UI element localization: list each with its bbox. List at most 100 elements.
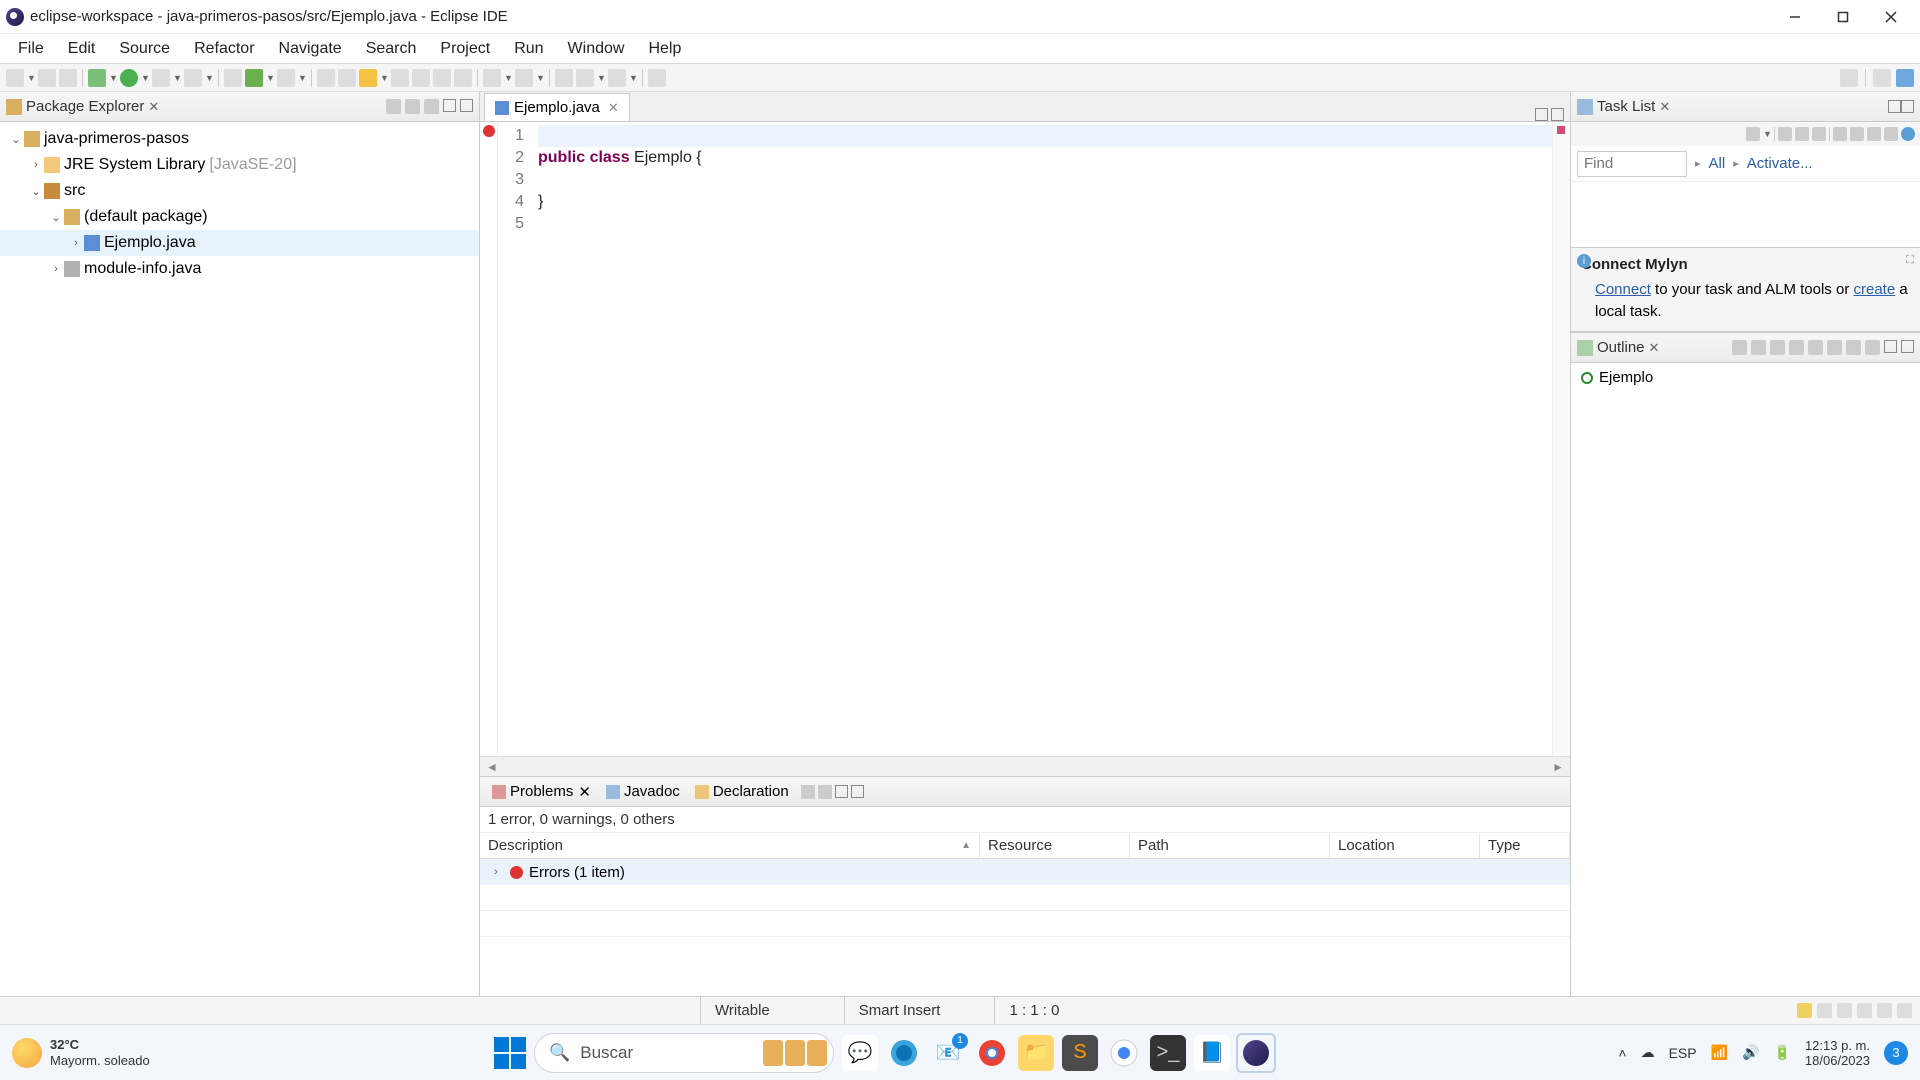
toolbar-button[interactable] [433, 69, 451, 87]
menu-search[interactable]: Search [354, 36, 429, 62]
taskbar-search[interactable]: 🔍 Buscar [534, 1033, 834, 1073]
menu-project[interactable]: Project [428, 36, 502, 62]
close-icon[interactable]: ✕ [1649, 340, 1660, 356]
code-content[interactable]: public class Ejemplo { } [532, 122, 1552, 756]
dropdown-icon[interactable]: ▼ [380, 73, 388, 83]
toggle-mark-button[interactable] [338, 69, 356, 87]
scroll-right-icon[interactable]: ► [1552, 760, 1564, 774]
connect-link[interactable]: Connect [1595, 281, 1651, 298]
taskbar-app-sublime[interactable]: S [1062, 1035, 1098, 1071]
weather-widget[interactable]: 32°C Mayorm. soleado [12, 1037, 150, 1069]
new-class-button[interactable] [245, 69, 263, 87]
menu-help[interactable]: Help [636, 36, 693, 62]
editor-tab-ejemplo[interactable]: Ejemplo.java ✕ [484, 93, 630, 121]
minimize-view-icon[interactable] [1888, 100, 1901, 113]
ext-tools-button[interactable] [184, 69, 202, 87]
problems-row-errors[interactable]: › Errors (1 item) [480, 859, 1570, 885]
dropdown-icon[interactable]: ▼ [597, 73, 605, 83]
minimize-view-icon[interactable] [835, 785, 848, 798]
status-icon[interactable] [1897, 1003, 1912, 1018]
twisty-open-icon[interactable]: ⌄ [28, 185, 44, 198]
tab-problems[interactable]: Problems ✕ [486, 779, 597, 805]
maximize-view-icon[interactable] [1901, 340, 1914, 353]
dropdown-icon[interactable]: ▼ [109, 73, 117, 83]
minimize-button[interactable] [1772, 2, 1818, 32]
menu-source[interactable]: Source [107, 36, 182, 62]
all-link[interactable]: All [1709, 155, 1726, 172]
minimize-view-icon[interactable] [443, 99, 456, 112]
tray-wifi-icon[interactable]: 📶 [1711, 1044, 1728, 1061]
twisty-closed-icon[interactable]: › [68, 237, 84, 249]
twisty-closed-icon[interactable]: › [48, 263, 64, 275]
close-icon[interactable]: ✕ [148, 99, 159, 115]
maximize-view-icon[interactable] [851, 785, 864, 798]
perspective-open-button[interactable] [1873, 69, 1891, 87]
toolbar-icon[interactable] [1846, 340, 1861, 355]
taskbar-app-chat[interactable]: 💬 [842, 1035, 878, 1071]
close-button[interactable] [1868, 2, 1914, 32]
taskbar-app-edge[interactable] [886, 1035, 922, 1071]
dropdown-icon[interactable]: ▼ [205, 73, 213, 83]
toolbar-icon[interactable] [1778, 127, 1792, 141]
create-link[interactable]: create [1853, 281, 1895, 298]
taskbar-app-explorer[interactable]: 📁 [1018, 1035, 1054, 1071]
toolbar-icon[interactable] [1833, 127, 1847, 141]
tree-project[interactable]: ⌄ java-primeros-pasos [0, 126, 479, 152]
status-icon[interactable] [1837, 1003, 1852, 1018]
status-icon[interactable] [1797, 1003, 1812, 1018]
code-editor[interactable]: 1 2 3 4 5 public class Ejemplo { } [480, 122, 1570, 756]
view-menu-icon[interactable] [1865, 340, 1880, 355]
find-input[interactable] [1577, 151, 1687, 177]
tray-battery-icon[interactable]: 🔋 [1773, 1044, 1790, 1061]
tree-src[interactable]: ⌄ src [0, 178, 479, 204]
collapse-all-icon[interactable] [386, 99, 401, 114]
col-type[interactable]: Type [1480, 833, 1570, 858]
maximize-view-icon[interactable] [1901, 100, 1914, 113]
tab-declaration[interactable]: Declaration [689, 779, 795, 805]
tray-onedrive-icon[interactable]: ☁ [1641, 1044, 1655, 1061]
close-icon[interactable]: ✕ [578, 783, 591, 801]
maximize-view-icon[interactable] [460, 99, 473, 112]
toolbar-icon[interactable] [1770, 340, 1785, 355]
dropdown-icon[interactable]: ▼ [173, 73, 181, 83]
menu-navigate[interactable]: Navigate [267, 36, 354, 62]
dropdown-icon[interactable]: ▼ [504, 73, 512, 83]
col-description[interactable]: Description▲ [480, 833, 980, 858]
toolbar-button[interactable] [412, 69, 430, 87]
tree-file-ejemplo[interactable]: › Ejemplo.java [0, 230, 479, 256]
tree-package[interactable]: ⌄ (default package) [0, 204, 479, 230]
new-button[interactable] [6, 69, 24, 87]
twisty-open-icon[interactable]: ⌄ [48, 211, 64, 224]
error-marker-icon[interactable] [483, 125, 495, 137]
minimize-view-icon[interactable] [1884, 340, 1897, 353]
menu-window[interactable]: Window [556, 36, 637, 62]
menu-edit[interactable]: Edit [56, 36, 108, 62]
tab-javadoc[interactable]: Javadoc [600, 779, 686, 805]
status-icon[interactable] [1817, 1003, 1832, 1018]
twisty-closed-icon[interactable]: › [488, 866, 504, 878]
taskbar-app-notepad[interactable]: 📘 [1194, 1035, 1230, 1071]
outline-item[interactable]: Ejemplo [1581, 369, 1910, 386]
toolbar-button[interactable] [391, 69, 409, 87]
filter-icon[interactable] [801, 785, 815, 799]
dropdown-icon[interactable]: ▼ [298, 73, 306, 83]
save-button[interactable] [38, 69, 56, 87]
toolbar-icon[interactable] [1812, 127, 1826, 141]
close-icon[interactable]: ⛶ [1906, 254, 1914, 267]
open-type-button[interactable] [277, 69, 295, 87]
search-button[interactable] [317, 69, 335, 87]
toolbar-icon[interactable] [1867, 127, 1881, 141]
package-explorer-tab[interactable]: Package Explorer ✕ [0, 92, 479, 122]
close-icon[interactable]: ✕ [608, 100, 619, 116]
toolbar-button[interactable] [454, 69, 472, 87]
coverage-button[interactable] [152, 69, 170, 87]
menu-refactor[interactable]: Refactor [182, 36, 266, 62]
dropdown-icon[interactable]: ▼ [141, 73, 149, 83]
debug-button[interactable] [88, 69, 106, 87]
pin-button[interactable] [648, 69, 666, 87]
taskbar-app-mail[interactable]: 📧1 [930, 1035, 966, 1071]
nav-button[interactable] [608, 69, 626, 87]
taskbar-app-chrome-canary[interactable] [1106, 1035, 1142, 1071]
maximize-button[interactable] [1820, 2, 1866, 32]
overview-ruler[interactable] [1552, 122, 1570, 756]
